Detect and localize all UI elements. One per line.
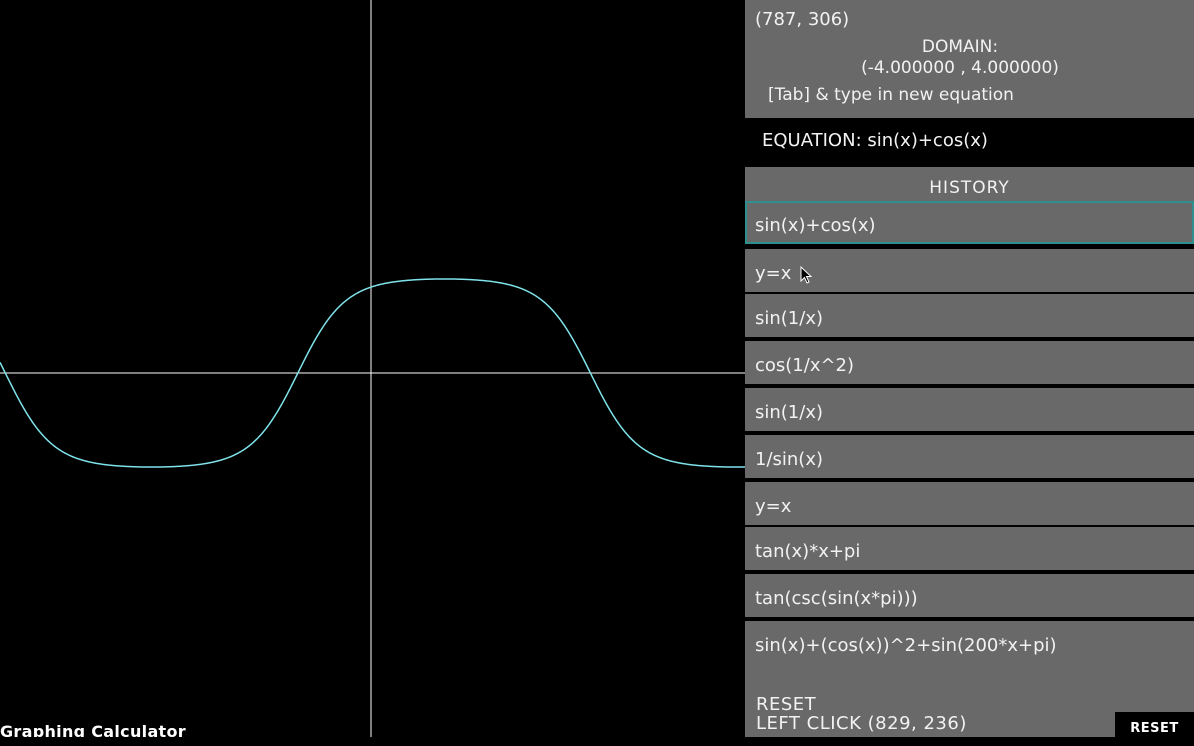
history-item[interactable]: y=x <box>745 482 1194 525</box>
history-item[interactable]: sin(1/x) <box>745 388 1194 431</box>
history-item-label: sin(x)+(cos(x))^2+sin(200*x+pi) <box>755 635 1057 656</box>
history-item-label: y=x <box>755 496 792 517</box>
reset-label: RESET <box>756 694 817 715</box>
app-title: Graphing Calculator <box>0 722 186 737</box>
history-item-label: tan(csc(sin(x*pi))) <box>755 588 918 609</box>
history-item[interactable]: 1/sin(x) <box>745 435 1194 478</box>
history-title: HISTORY <box>745 167 1194 201</box>
history-item-label: tan(x)*x+pi <box>755 541 861 562</box>
equation-label: EQUATION: sin(x)+cos(x) <box>762 130 988 151</box>
history-item-label: 1/sin(x) <box>755 449 824 470</box>
history-item[interactable]: tan(x)*x+pi <box>745 527 1194 570</box>
side-panel: (787, 306) DOMAIN: (-4.000000 , 4.000000… <box>745 0 1194 737</box>
left-click-coordinates: LEFT CLICK (829, 236) <box>756 713 967 734</box>
reset-button[interactable]: RESET <box>1115 712 1194 737</box>
history-item-label: sin(1/x) <box>755 308 824 329</box>
domain-value: (-4.000000 , 4.000000) <box>861 58 1059 78</box>
history-item-label: sin(x)+cos(x) <box>755 215 876 236</box>
info-box: (787, 306) DOMAIN: (-4.000000 , 4.000000… <box>745 0 1194 118</box>
history-item-label: sin(1/x) <box>755 402 824 423</box>
history-item[interactable]: sin(1/x) <box>745 294 1194 337</box>
graph-canvas[interactable]: Graphing Calculator <box>0 0 745 737</box>
equation-hint: [Tab] & type in new equation <box>768 85 1014 105</box>
graph-plot[interactable] <box>0 0 745 737</box>
equation-input[interactable]: EQUATION: sin(x)+cos(x) <box>745 118 1194 166</box>
cursor-coordinates: (787, 306) <box>755 9 850 30</box>
history-item[interactable]: cos(1/x^2) <box>745 341 1194 384</box>
history-item[interactable]: sin(x)+(cos(x))^2+sin(200*x+pi) <box>745 621 1194 664</box>
mouse-pointer-icon <box>800 266 813 284</box>
domain-label: DOMAIN: <box>921 37 999 57</box>
footer: RESET LEFT CLICK (829, 236) RESET <box>745 663 1194 737</box>
history-item-label: cos(1/x^2) <box>755 355 855 376</box>
history-item[interactable]: tan(csc(sin(x*pi))) <box>745 574 1194 617</box>
history-item[interactable]: sin(x)+cos(x) <box>745 201 1194 244</box>
history-item-label: y=x <box>755 263 792 284</box>
